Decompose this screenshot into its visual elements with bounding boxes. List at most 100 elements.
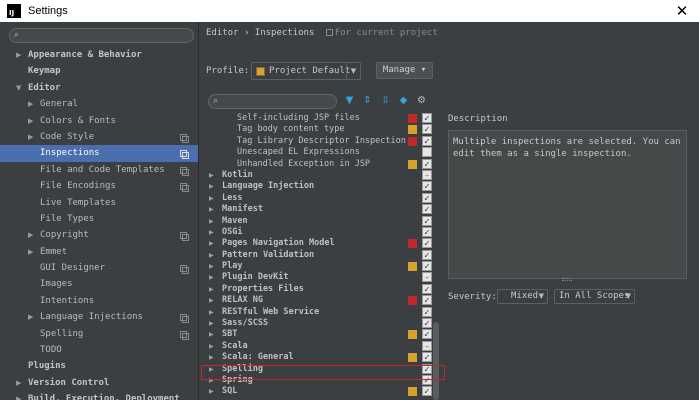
enable-checkbox[interactable]: ✓ <box>422 306 432 317</box>
chevron-right-icon[interactable]: ▶ <box>209 204 214 215</box>
inspection-row[interactable]: Unhandled Exception in JSP ✓ <box>200 158 443 170</box>
chevron-right-icon[interactable]: ▶ <box>209 284 214 295</box>
chevron-right-icon[interactable]: ▶ <box>209 272 214 283</box>
enable-checkbox[interactable] <box>422 147 432 158</box>
sidebar-item-gui-designer[interactable]: GUI Designer <box>0 260 198 276</box>
chevron-right-icon[interactable]: ▶ <box>209 318 214 329</box>
chevron-right-icon[interactable]: ▶ <box>28 227 33 243</box>
enable-checkbox[interactable]: ✓ <box>422 135 432 146</box>
chevron-right-icon[interactable]: ▶ <box>209 329 214 340</box>
inspection-row[interactable]: Tag body content type ✓ <box>200 124 443 135</box>
enable-checkbox[interactable]: ✓ <box>422 352 432 363</box>
chevron-right-icon[interactable]: ▶ <box>209 386 214 397</box>
chevron-down-icon[interactable]: ▼ <box>16 80 21 96</box>
inspection-search-input[interactable]: ⌕ <box>208 94 337 109</box>
inspection-row[interactable]: ▶ Pages Navigation Model ✓ <box>200 238 443 249</box>
collapse-all-icon[interactable]: ⇳ <box>379 94 392 107</box>
enable-checkbox[interactable]: – <box>422 272 432 283</box>
sidebar-item-images[interactable]: Images <box>0 276 198 292</box>
enable-checkbox[interactable]: ✓ <box>422 215 432 226</box>
chevron-right-icon[interactable]: ▶ <box>16 47 21 63</box>
chevron-right-icon[interactable]: ▶ <box>209 261 214 272</box>
chevron-right-icon[interactable]: ▶ <box>209 295 214 306</box>
enable-checkbox[interactable]: ✓ <box>422 329 432 340</box>
enable-checkbox[interactable]: – <box>422 169 432 180</box>
enable-checkbox[interactable]: ✓ <box>422 261 432 272</box>
enable-checkbox[interactable]: ✓ <box>422 192 432 203</box>
expand-all-icon[interactable]: ⇕ <box>361 94 374 107</box>
inspection-row[interactable]: ▶ Scala – <box>200 340 443 352</box>
chevron-right-icon[interactable]: ▶ <box>209 250 214 261</box>
chevron-right-icon[interactable]: ▶ <box>209 307 214 318</box>
inspection-row[interactable]: ▶ Language Injection ✓ <box>200 181 443 192</box>
chevron-right-icon[interactable]: ▶ <box>16 375 21 391</box>
enable-checkbox[interactable]: ✓ <box>422 386 432 397</box>
chevron-right-icon[interactable]: ▶ <box>209 352 214 363</box>
severity-dropdown[interactable]: Mixed ▼ <box>497 289 548 304</box>
enable-checkbox[interactable]: ✓ <box>422 158 432 169</box>
chevron-right-icon[interactable]: ▶ <box>28 129 33 145</box>
sidebar-item-code-style[interactable]: ▶ Code Style <box>0 129 198 145</box>
inspection-row[interactable]: ▶ SQL ✓ <box>200 386 443 397</box>
chevron-right-icon[interactable]: ▶ <box>209 227 214 238</box>
sidebar-item-file-encodings[interactable]: File Encodings <box>0 178 198 194</box>
gear-icon[interactable]: ⚙ <box>415 94 428 107</box>
sidebar-item-plugins[interactable]: Plugins <box>0 358 198 374</box>
enable-checkbox[interactable]: ✓ <box>422 318 432 329</box>
inspection-row[interactable]: ▶ Pattern Validation ✓ <box>200 249 443 261</box>
inspection-row[interactable]: ▶ Less ✓ <box>200 192 443 204</box>
enable-checkbox[interactable]: ✓ <box>422 124 432 135</box>
chevron-right-icon[interactable]: ▶ <box>209 216 214 227</box>
sidebar-item-copyright[interactable]: ▶ Copyright <box>0 227 198 243</box>
inspection-row[interactable]: ▶ Manifest ✓ <box>200 204 443 215</box>
splitter-grip[interactable] <box>562 278 572 281</box>
enable-checkbox[interactable]: ✓ <box>422 226 432 237</box>
inspection-row[interactable]: Tag Library Descriptor Inspection ✓ <box>200 135 443 147</box>
sidebar-item-file-types[interactable]: File Types <box>0 211 198 227</box>
sidebar-item-editor[interactable]: ▼ Editor <box>0 80 198 96</box>
sidebar-item-version-control[interactable]: ▶ Version Control <box>0 375 198 391</box>
chevron-right-icon[interactable]: ▶ <box>28 96 33 112</box>
chevron-right-icon[interactable]: ▶ <box>16 391 21 400</box>
breadcrumb-editor[interactable]: Editor <box>206 28 239 38</box>
sidebar-item-file-and-code-templates[interactable]: File and Code Templates <box>0 162 198 178</box>
enable-checkbox[interactable]: ✓ <box>422 295 432 306</box>
enable-checkbox[interactable]: ✓ <box>422 249 432 260</box>
enable-checkbox[interactable]: – <box>422 340 432 351</box>
enable-checkbox[interactable]: ✓ <box>422 283 432 294</box>
manage-button[interactable]: Manage ▾ <box>376 62 433 79</box>
inspection-row[interactable]: ▶ Plugin DevKit – <box>200 272 443 283</box>
enable-checkbox[interactable]: ✓ <box>422 181 432 192</box>
sidebar-item-todo[interactable]: TODO <box>0 342 198 358</box>
sidebar-item-spelling[interactable]: Spelling <box>0 326 198 342</box>
profile-dropdown[interactable]: Project Default ▼ <box>251 62 361 80</box>
chevron-down-icon[interactable]: ▼ <box>346 63 360 79</box>
sidebar-item-build-execution-deployment[interactable]: ▶ Build, Execution, Deployment <box>0 391 198 400</box>
inspection-row[interactable]: ▶ Properties Files ✓ <box>200 283 443 295</box>
chevron-right-icon[interactable]: ▶ <box>209 181 214 192</box>
inspection-row[interactable]: ▶ OSGi ✓ <box>200 226 443 238</box>
list-scrollbar[interactable] <box>433 322 439 400</box>
close-icon[interactable]: ✕ <box>673 2 691 20</box>
inspection-row[interactable]: Unescaped EL Expressions <box>200 147 443 158</box>
chevron-right-icon[interactable]: ▶ <box>209 341 214 352</box>
chevron-right-icon[interactable]: ▶ <box>28 113 33 129</box>
sidebar-item-live-templates[interactable]: Live Templates <box>0 195 198 211</box>
enable-checkbox[interactable]: ✓ <box>422 113 432 123</box>
inspection-row[interactable]: ▶ RESTful Web Service ✓ <box>200 306 443 318</box>
scope-dropdown[interactable]: In All Scopes ▼ <box>554 289 635 304</box>
sidebar-item-general[interactable]: ▶ General <box>0 96 198 112</box>
inspection-row[interactable]: ▶ Scala: General ✓ <box>200 352 443 363</box>
inspection-row[interactable]: ▶ Kotlin – <box>200 169 443 181</box>
chevron-right-icon[interactable]: ▶ <box>28 309 33 325</box>
sidebar-search-input[interactable]: ⌕ <box>9 28 194 43</box>
inspection-row[interactable]: ▶ SBT ✓ <box>200 329 443 340</box>
sidebar-item-inspections[interactable]: Inspections <box>0 145 198 162</box>
sidebar-item-appearance-behavior[interactable]: ▶ Appearance & Behavior <box>0 47 198 63</box>
reset-icon[interactable]: ◆ <box>397 94 410 107</box>
inspection-row[interactable]: Self-including JSP files ✓ <box>200 113 443 124</box>
sidebar-item-keymap[interactable]: Keymap <box>0 63 198 79</box>
enable-checkbox[interactable]: ✓ <box>422 238 432 249</box>
inspection-row[interactable]: ▶ RELAX NG ✓ <box>200 295 443 306</box>
chevron-right-icon[interactable]: ▶ <box>209 193 214 204</box>
